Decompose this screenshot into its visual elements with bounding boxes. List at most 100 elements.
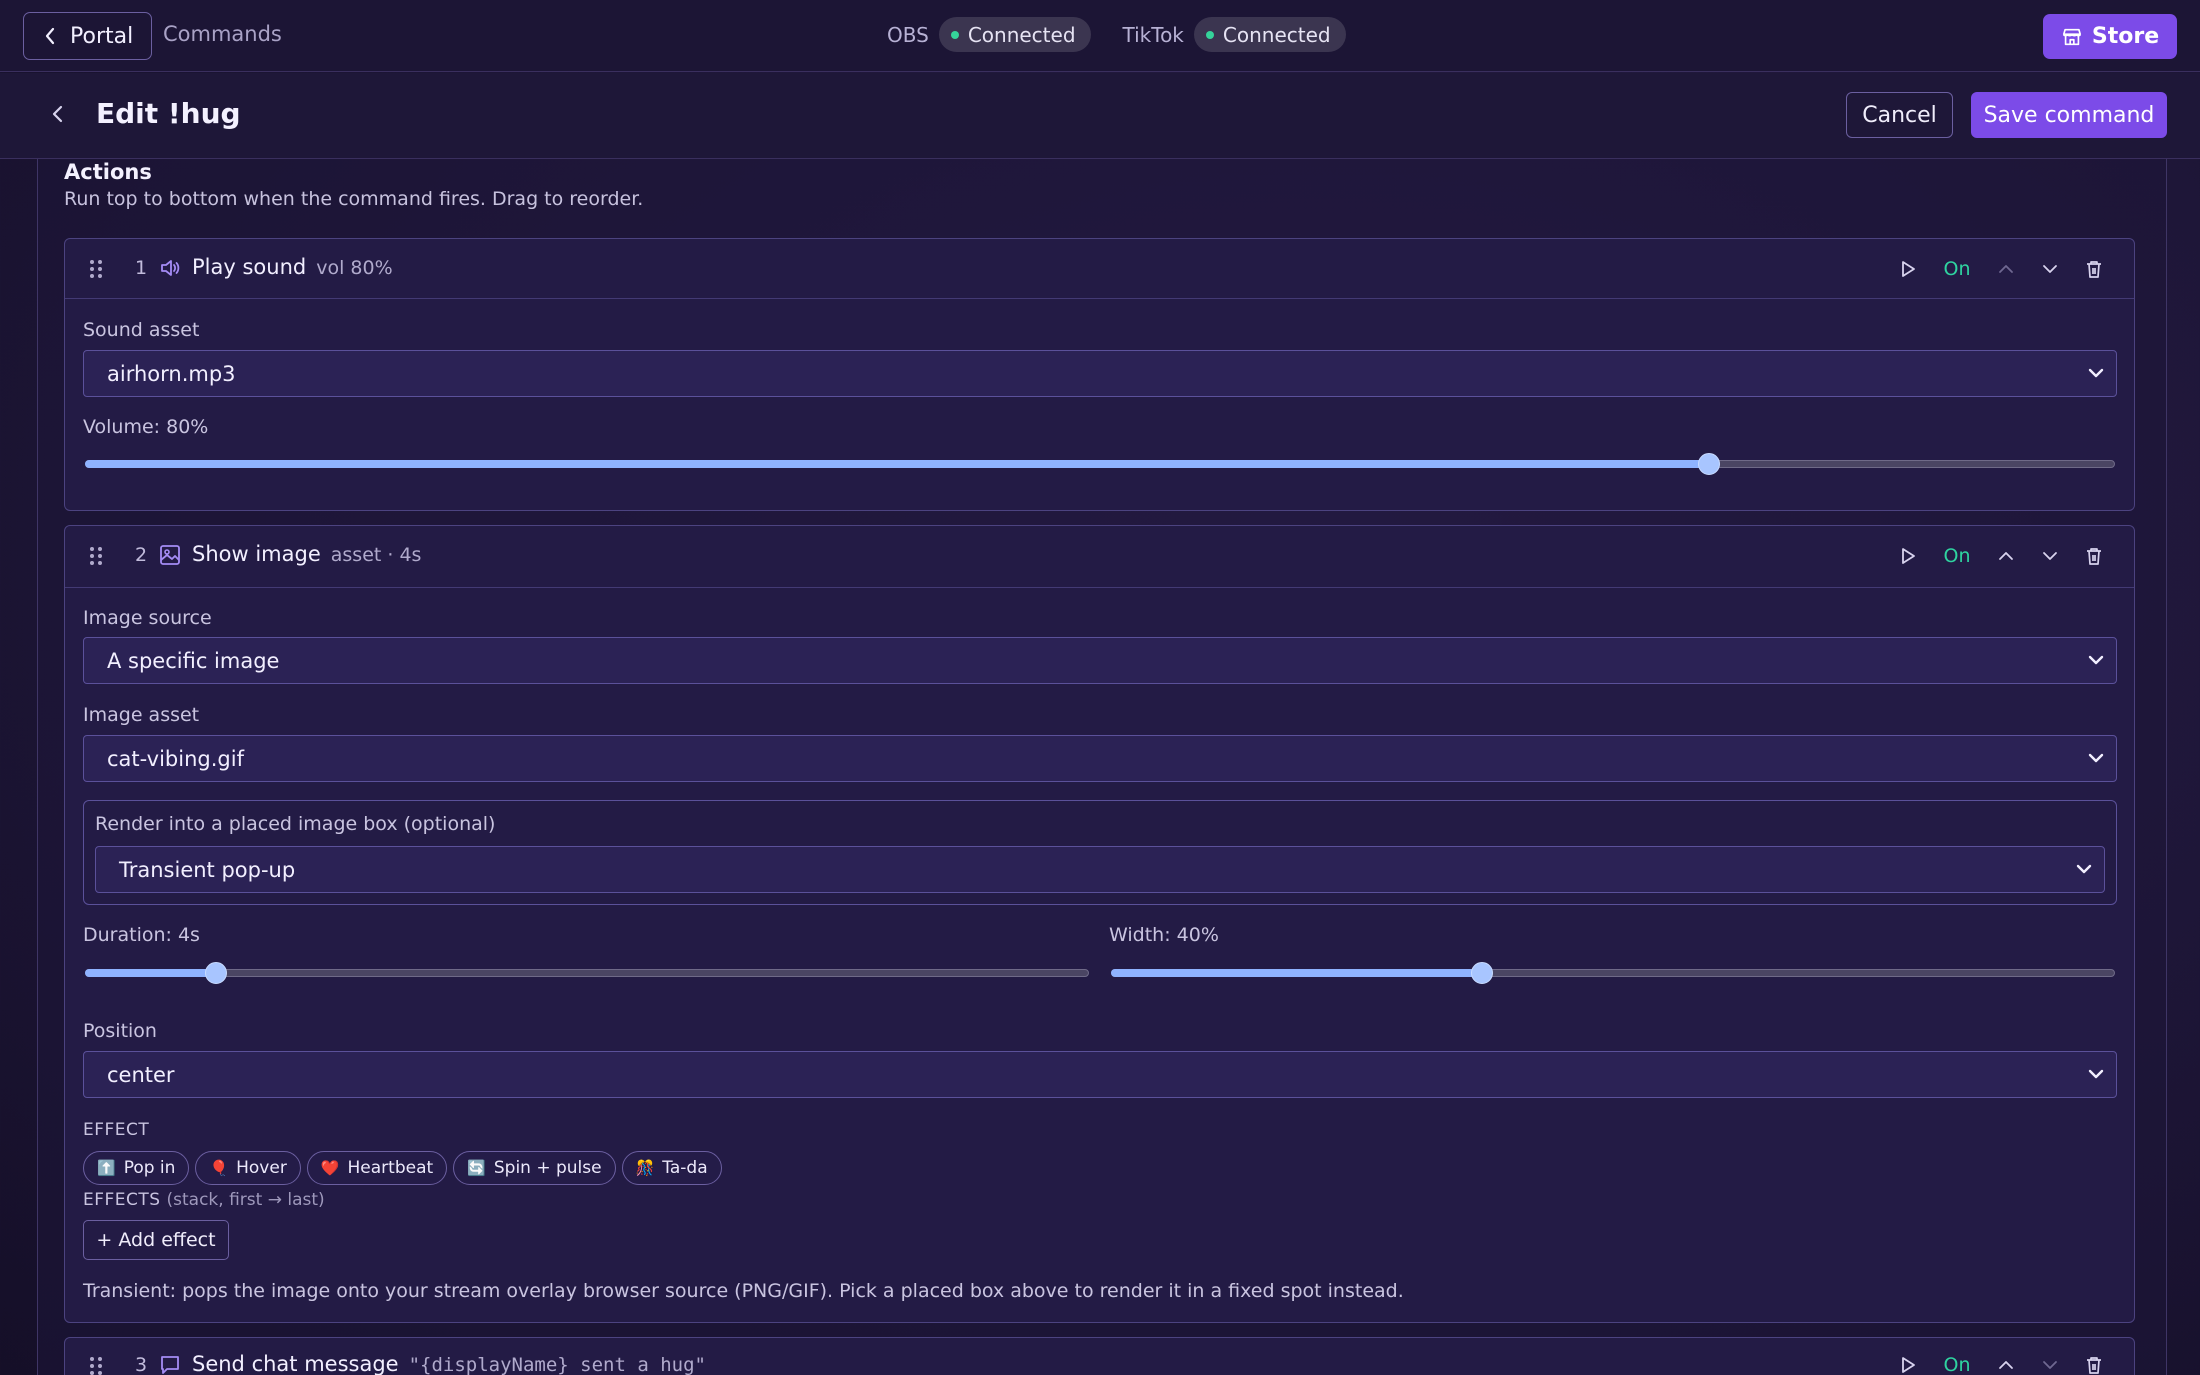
status-dot-icon: [950, 30, 959, 39]
obs-status-badge: Connected: [938, 17, 1091, 52]
cancel-button[interactable]: Cancel: [1846, 92, 1953, 138]
effect-emoji: ⬆️: [97, 1159, 116, 1177]
delete-action-button[interactable]: [2072, 1350, 2116, 1375]
enabled-toggle[interactable]: On: [1930, 1354, 1984, 1375]
width-slider[interactable]: [1111, 962, 2115, 984]
action-type-name: Send chat message: [192, 1352, 399, 1375]
drag-handle-icon[interactable]: [89, 546, 103, 566]
chevron-down-icon: [2043, 265, 2057, 273]
effect-chip-ta-da[interactable]: 🎊 Ta-da: [621, 1151, 722, 1185]
storefront-icon: [2062, 28, 2081, 45]
position-label: Position: [83, 1020, 157, 1042]
image-asset-select[interactable]: cat-vibing.gif: [83, 735, 2117, 782]
action-card-header: 2 Show image asset · 4s On: [65, 526, 2134, 588]
chevron-down-icon: [2088, 1069, 2104, 1079]
render-box-label: Render into a placed image box (optional…: [95, 813, 496, 835]
image-source-value: A specific image: [107, 648, 280, 673]
move-up-button[interactable]: [1984, 1350, 2028, 1375]
connection-status: OBS Connected TikTok Connected: [887, 17, 1346, 52]
image-asset-label: Image asset: [83, 704, 200, 726]
effect-emoji: 🎊: [635, 1159, 655, 1177]
position-value: center: [107, 1062, 175, 1087]
duration-slider[interactable]: [85, 962, 1089, 984]
effect-emoji: ❤️: [320, 1159, 340, 1177]
move-down-button[interactable]: [2028, 1350, 2072, 1375]
move-up-button[interactable]: [1984, 254, 2028, 284]
add-effect-button[interactable]: + Add effect: [83, 1220, 229, 1260]
chevron-down-icon: [2088, 368, 2104, 378]
speaker-icon: [161, 260, 180, 276]
chat-icon: [161, 1356, 179, 1374]
chevron-down-icon: [2088, 753, 2104, 763]
move-up-button[interactable]: [1984, 541, 2028, 571]
duration-label: Duration: 4s: [83, 924, 200, 946]
effect-label: Ta-da: [662, 1158, 708, 1178]
test-action-button[interactable]: [1886, 254, 1930, 284]
chevron-down-icon: [2076, 864, 2092, 874]
back-chevron-icon[interactable]: [45, 101, 71, 127]
effect-chip-hover[interactable]: 🎈 Hover: [195, 1151, 301, 1185]
play-icon: [1902, 548, 1915, 564]
sound-asset-label: Sound asset: [83, 319, 200, 341]
top-bar: Portal Commands OBS Connected TikTok Con…: [0, 0, 2200, 72]
effect-label: Heartbeat: [347, 1158, 434, 1178]
store-button[interactable]: Store: [2043, 14, 2177, 59]
action-summary: vol 80%: [316, 257, 393, 279]
trash-icon: [2087, 1357, 2101, 1374]
slider-thumb[interactable]: [1471, 962, 1494, 984]
action-type-name: Play sound: [192, 255, 307, 279]
action-index: 2: [135, 544, 148, 566]
effect-chip-spin-pulse[interactable]: 🔄 Spin + pulse: [453, 1151, 616, 1185]
chevron-up-icon: [1999, 265, 2013, 273]
image-source-select[interactable]: A specific image: [83, 637, 2117, 684]
effect-chip-pop-in[interactable]: ⬆️ Pop in: [83, 1151, 190, 1185]
play-icon: [1902, 261, 1915, 277]
chevron-up-icon: [1999, 1361, 2013, 1369]
chevron-down-icon: [2088, 655, 2104, 665]
action-summary: "{displayName} sent a hug": [408, 1354, 706, 1375]
portal-back-button[interactable]: Portal: [23, 12, 152, 60]
enabled-toggle[interactable]: On: [1930, 258, 1984, 280]
action-card-show-image[interactable]: 2 Show image asset · 4s On Image source A…: [64, 525, 2135, 1323]
chevron-down-icon: [2043, 1361, 2057, 1369]
action-summary: asset · 4s: [330, 544, 422, 566]
effect-label: Spin + pulse: [493, 1158, 602, 1178]
action-controls: On: [1886, 1350, 2116, 1375]
effect-heading: EFFECT: [83, 1120, 150, 1140]
test-action-button[interactable]: [1886, 541, 1930, 571]
drag-handle-icon[interactable]: [89, 259, 103, 279]
save-command-button[interactable]: Save command: [1971, 92, 2167, 138]
action-card-play-sound[interactable]: 1 Play sound vol 80% On Sound asset airho…: [64, 238, 2135, 511]
render-box-select[interactable]: Transient pop-up: [95, 846, 2105, 893]
effects-heading: EFFECTS: [83, 1190, 161, 1210]
slider-thumb[interactable]: [204, 962, 227, 984]
move-down-button[interactable]: [2028, 541, 2072, 571]
delete-action-button[interactable]: [2072, 254, 2116, 284]
chevron-down-icon: [2043, 552, 2057, 560]
volume-slider[interactable]: [85, 453, 2115, 475]
enabled-toggle[interactable]: On: [1930, 545, 1984, 567]
effect-label: Hover: [236, 1158, 287, 1178]
action-controls: On: [1886, 541, 2116, 571]
move-down-button[interactable]: [2028, 254, 2072, 284]
drag-handle-icon[interactable]: [89, 1356, 103, 1375]
delete-action-button[interactable]: [2072, 541, 2116, 571]
effect-chip-heartbeat[interactable]: ❤️ Heartbeat: [306, 1151, 448, 1185]
chevron-left-icon: [45, 27, 55, 45]
trash-icon: [2087, 548, 2101, 565]
sound-asset-value: airhorn.mp3: [107, 361, 236, 386]
effect-emoji: 🔄: [467, 1159, 486, 1177]
test-action-button[interactable]: [1886, 1350, 1930, 1375]
tiktok-status-badge: Connected: [1193, 17, 1346, 52]
tiktok-label: TikTok: [1122, 22, 1184, 47]
actions-heading: Actions: [64, 160, 152, 184]
action-card-send-chat[interactable]: 3 Send chat message "{displayName} sent a…: [64, 1337, 2135, 1375]
sound-asset-select[interactable]: airhorn.mp3: [83, 350, 2117, 397]
image-source-label: Image source: [83, 607, 212, 629]
page-title: Edit !hug: [96, 97, 241, 130]
action-index: 3: [135, 1354, 148, 1375]
status-dot-icon: [1205, 30, 1214, 39]
breadcrumb-commands[interactable]: Commands: [163, 22, 282, 46]
position-select[interactable]: center: [83, 1051, 2117, 1098]
slider-thumb[interactable]: [1698, 453, 1720, 475]
